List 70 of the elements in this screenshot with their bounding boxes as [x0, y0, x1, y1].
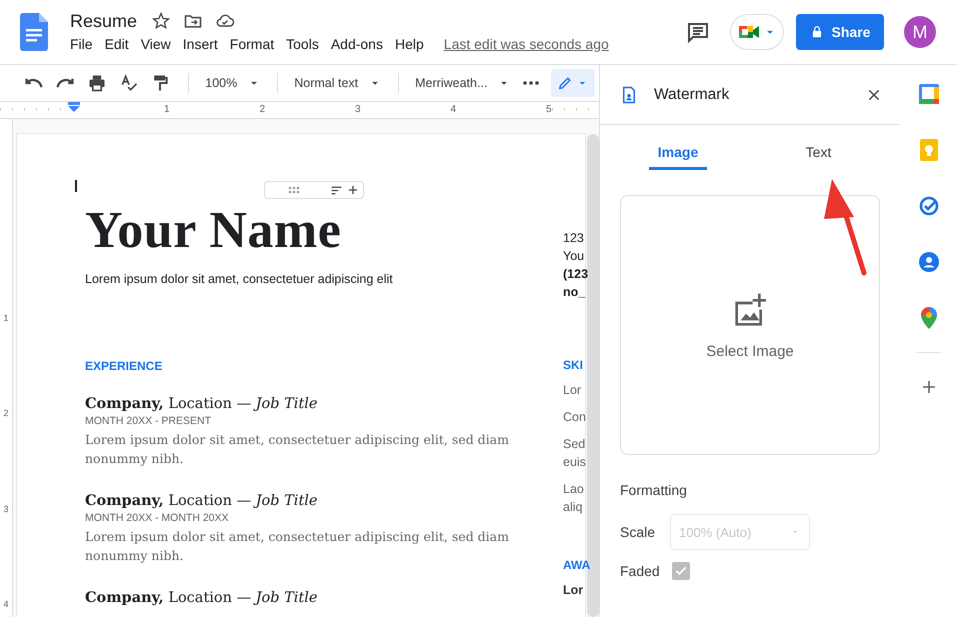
side-text: Sed: [563, 436, 586, 453]
calendar-icon[interactable]: [916, 82, 940, 106]
side-text: euis: [563, 454, 587, 471]
star-icon: [151, 11, 172, 31]
redo-icon: [56, 77, 74, 89]
panel-title: Watermark: [654, 86, 730, 104]
editing-mode-button[interactable]: [551, 69, 596, 97]
print-icon: [87, 73, 108, 93]
menu-item[interactable]: Tools: [280, 34, 325, 54]
menu-item[interactable]: Format: [224, 34, 280, 54]
zoom-dropdown[interactable]: 100%: [201, 76, 266, 90]
menu-item[interactable]: Insert: [176, 34, 224, 54]
menu-item[interactable]: Edit: [98, 34, 135, 54]
document-title[interactable]: Resume: [70, 10, 138, 32]
menu-item[interactable]: Add-ons: [324, 34, 389, 54]
ruler-number: 3: [3, 504, 8, 514]
side-text: Lor: [563, 582, 584, 599]
contact-line: no_: [563, 284, 586, 301]
share-button[interactable]: Share: [796, 14, 884, 50]
side-text: Lor: [563, 382, 582, 399]
select-image-label: Select Image: [706, 342, 794, 360]
account-avatar[interactable]: M: [904, 16, 936, 48]
job-heading: Company, Location — Job Title: [85, 492, 318, 509]
job-description: Lorem ipsum dolor sit amet, consectetuer adipiscing elit, sed diam nonummy nibh.: [85, 528, 510, 565]
undo-icon: [24, 77, 43, 89]
style-dropdown[interactable]: Normal text: [290, 76, 386, 90]
contact-line: 123: [563, 230, 585, 247]
job-dates: MONTH 20XX - MONTH 20XX: [85, 512, 230, 524]
tasks-icon[interactable]: [916, 194, 940, 218]
comment-icon: [686, 20, 710, 44]
docs-logo-icon[interactable]: [20, 13, 48, 51]
menu-item[interactable]: View: [134, 34, 177, 54]
ruler-number: 4: [3, 599, 8, 609]
section-heading: AWA: [563, 558, 592, 572]
resume-name: Your Name: [85, 202, 342, 260]
check-icon: [674, 564, 688, 578]
job-heading: Company, Location — Job Title: [85, 589, 318, 606]
side-text: aliq: [563, 499, 584, 516]
side-text: Lao: [563, 481, 585, 498]
faded-label: Faded: [620, 563, 660, 579]
contact-line: (123: [563, 266, 590, 283]
section-heading: SKI: [563, 358, 584, 372]
formatting-heading: Formatting: [620, 482, 688, 498]
ruler-number: 2: [3, 408, 8, 418]
paragraph-toolbar[interactable]: [264, 181, 364, 199]
contact-line: You: [563, 248, 586, 265]
job-dates: MONTH 20XX - PRESENT: [85, 415, 212, 427]
more-icon: [523, 81, 540, 85]
last-edit-link[interactable]: Last edit was seconds ago: [444, 36, 609, 52]
spellcheck-icon: [118, 73, 139, 93]
ruler-number: 1: [3, 312, 8, 322]
image-drop-area[interactable]: Select Image: [620, 195, 880, 455]
text-cursor: [75, 180, 77, 192]
contacts-icon[interactable]: [916, 250, 940, 274]
align-icon: [330, 184, 343, 196]
plus-icon: [347, 184, 359, 196]
job-heading: Company, Location — Job Title: [85, 395, 318, 412]
menu-item[interactable]: Help: [388, 34, 430, 54]
drag-handle-icon: [286, 184, 302, 196]
tab[interactable]: Image: [649, 142, 707, 170]
font-dropdown[interactable]: Merriweath...: [411, 76, 516, 90]
menu-item[interactable]: File: [64, 34, 99, 54]
side-text: Con: [563, 409, 587, 426]
tab[interactable]: Text: [757, 142, 880, 170]
section-heading: EXPERIENCE: [85, 359, 164, 373]
tagline: Lorem ipsum dolor sit amet, consectetuer adipiscing elit: [85, 272, 394, 286]
scale-label: Scale: [620, 524, 656, 540]
job-description: Lorem ipsum dolor sit amet, consectetuer adipiscing elit, sed diam nonummy nibh.: [85, 431, 510, 468]
meet-button[interactable]: [730, 14, 784, 50]
indent-marker[interactable]: [68, 102, 80, 112]
